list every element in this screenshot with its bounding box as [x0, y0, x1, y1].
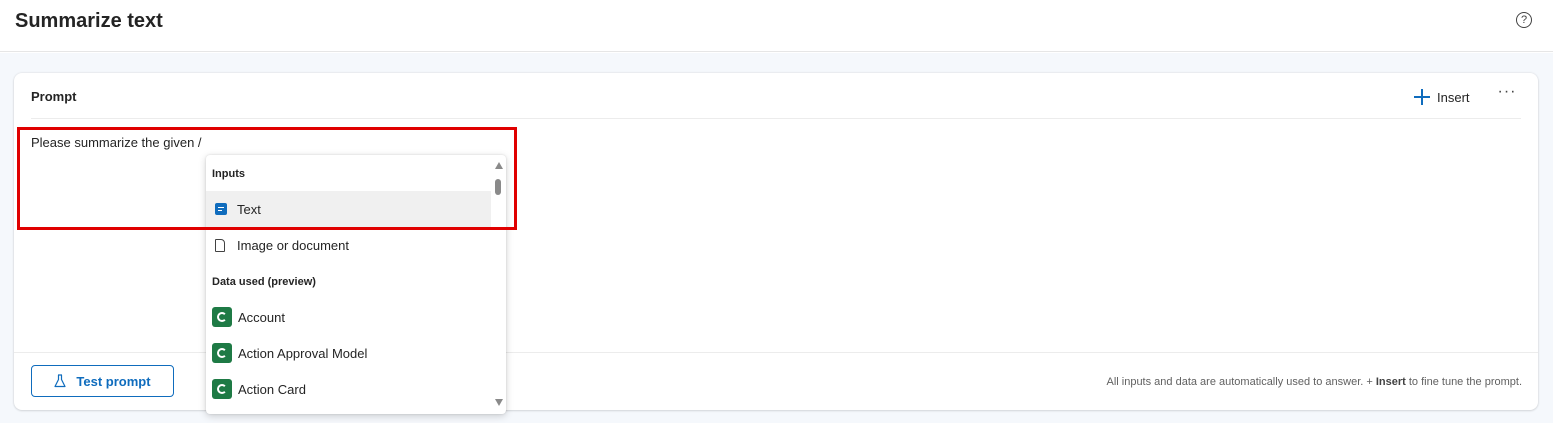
- dropdown-item-action-card[interactable]: Action Card: [206, 371, 491, 407]
- dropdown-item-label: Account: [238, 309, 285, 325]
- dataverse-table-icon: [212, 343, 232, 363]
- more-options-icon[interactable]: ···: [1495, 83, 1519, 107]
- header-divider: [31, 118, 1521, 119]
- text-input-icon: [215, 203, 227, 215]
- dropdown-item-label: Action Card: [238, 381, 306, 397]
- page-title: Summarize text: [15, 10, 163, 32]
- dataverse-table-icon: [212, 379, 232, 399]
- dropdown-item-label: Text: [237, 201, 261, 217]
- insert-button-label: Insert: [1437, 89, 1470, 105]
- scroll-up-arrow-icon[interactable]: [495, 162, 503, 169]
- footer-note-suffix: to fine tune the prompt.: [1405, 376, 1522, 388]
- footer-note: All inputs and data are automatically us…: [1106, 376, 1522, 388]
- prompt-label: Prompt: [31, 89, 77, 104]
- dropdown-item-image-or-document[interactable]: Image or document: [206, 227, 491, 263]
- dataverse-table-icon: [212, 307, 232, 327]
- help-icon[interactable]: ?: [1516, 12, 1532, 28]
- dropdown-item-account[interactable]: Account: [206, 299, 491, 335]
- insert-dropdown: Inputs Text Image or document Data used …: [206, 155, 506, 414]
- prompt-text: Please summarize the given /: [31, 135, 202, 150]
- dropdown-item-label: Action Approval Model: [238, 345, 368, 361]
- insert-button[interactable]: Insert: [1413, 86, 1470, 108]
- dropdown-item-action-approval-model[interactable]: Action Approval Model: [206, 335, 491, 371]
- scroll-thumb[interactable]: [495, 179, 501, 195]
- section-data-used: Data used (preview): [212, 276, 316, 288]
- test-prompt-button[interactable]: Test prompt: [31, 365, 174, 397]
- section-inputs: Inputs: [212, 168, 245, 180]
- plus-icon: [1413, 88, 1431, 106]
- footer-note-prefix: All inputs and data are automatically us…: [1106, 376, 1376, 388]
- flask-icon: [54, 374, 67, 388]
- test-prompt-label: Test prompt: [76, 373, 151, 389]
- document-icon: [215, 238, 225, 252]
- scroll-down-arrow-icon[interactable]: [495, 399, 503, 406]
- page-header: Summarize text ?: [0, 0, 1553, 52]
- dropdown-item-label: Image or document: [237, 237, 350, 253]
- dropdown-scrollbar[interactable]: [492, 155, 506, 414]
- dropdown-item-text[interactable]: Text: [206, 191, 491, 227]
- footer-note-insert: Insert: [1375, 376, 1406, 388]
